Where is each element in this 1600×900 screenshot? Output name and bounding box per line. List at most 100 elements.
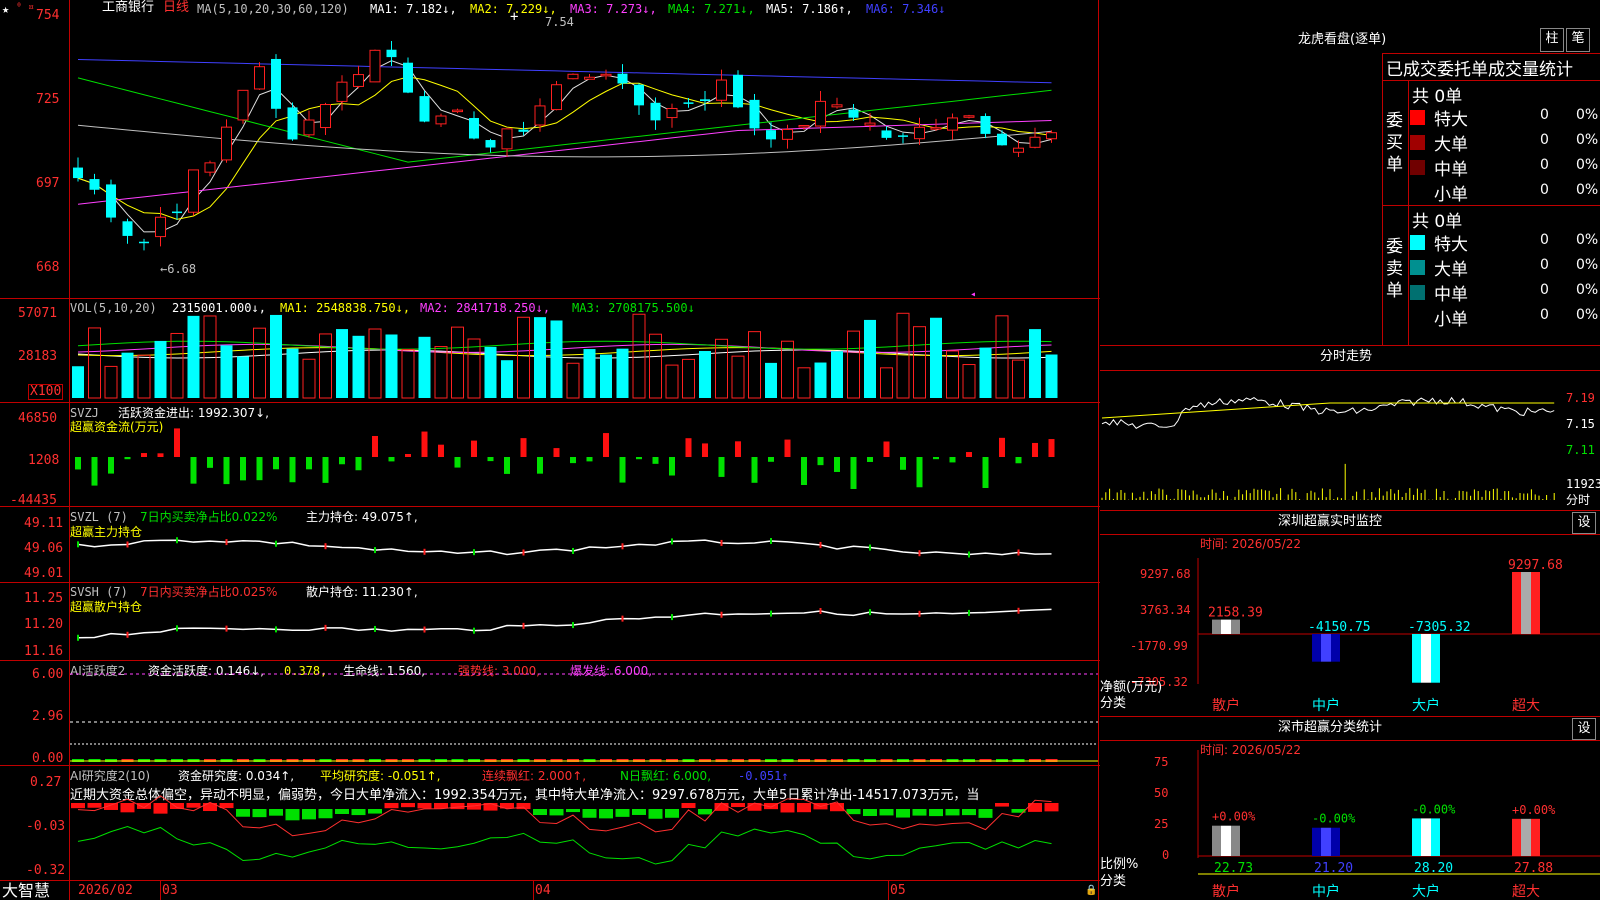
buy-row-percent: 0% (1576, 107, 1599, 123)
retail-holding-line-tick (770, 610, 772, 617)
flow-bar (487, 457, 494, 462)
candle-body (469, 117, 479, 139)
candle-body (666, 107, 678, 119)
flow-bar (603, 433, 609, 457)
candle-body (700, 99, 710, 101)
buy-row-name: 中单 (1434, 160, 1468, 180)
category-label: 大户 (1412, 883, 1440, 900)
vol-bar (286, 348, 299, 398)
vol-bar (137, 354, 151, 399)
flow-bar (504, 457, 510, 474)
intraday-axis-mid: 7.15 (1566, 417, 1595, 431)
vol-bar (864, 319, 876, 398)
data-label: -4150.75 (1308, 620, 1371, 635)
category-label: 大户 (1412, 697, 1440, 714)
retail-holding-line-tick (671, 614, 673, 621)
candle-body (551, 84, 562, 111)
research-bar (665, 809, 679, 818)
value-bar (1321, 827, 1331, 856)
research-bar (71, 803, 85, 809)
main-holding-line-tick (671, 538, 673, 545)
flow-bar (751, 457, 758, 483)
value-bar (1312, 634, 1321, 662)
vol-bar (765, 362, 777, 398)
flow-bar (570, 457, 576, 464)
value-bar (1212, 825, 1221, 856)
vol-bar (121, 352, 134, 398)
candlestick-chart[interactable]: ◂ (0, 0, 1100, 300)
change-label: -0.00% (1412, 802, 1456, 816)
candle-body (122, 221, 133, 236)
vol-bar (913, 326, 926, 399)
sell-row-name: 小单 (1434, 310, 1468, 330)
flow-bar (636, 457, 642, 460)
lock-icon[interactable]: 🔒 (1085, 884, 1097, 898)
tick-view-button[interactable]: 笔 (1566, 28, 1590, 52)
vol-bar (270, 314, 282, 398)
buy-row-count: 0 (1540, 132, 1549, 148)
candle-body (403, 62, 413, 93)
vol-bar (385, 334, 398, 398)
flow-bar (256, 457, 263, 481)
flow-bar (190, 457, 197, 484)
candle-body (1013, 147, 1024, 153)
candle-body (336, 81, 348, 102)
data-label: 2158.39 (1208, 606, 1263, 621)
flow-bar (322, 457, 329, 483)
vol-bar (600, 354, 612, 398)
candle-body (1046, 132, 1057, 140)
flow-bar (438, 444, 444, 457)
research-bar (285, 809, 300, 821)
research-bar (302, 809, 316, 820)
value-bar (1531, 572, 1540, 634)
category-label: 散户 (1212, 697, 1240, 714)
intraday-axis-top: 7.19 (1566, 391, 1595, 405)
flow-bar (867, 457, 873, 462)
flow-bar (817, 457, 824, 466)
sell-row-count: 0 (1540, 257, 1549, 273)
candle-body (749, 99, 760, 129)
flow-bar (933, 457, 939, 460)
research-bar (582, 809, 597, 818)
candle-body (369, 49, 381, 83)
main-holding-line-tick (374, 547, 376, 554)
sz-class-settings-button[interactable]: 设 (1572, 718, 1596, 740)
flow-bar (900, 457, 906, 470)
data-label: 9297.68 (1508, 558, 1563, 573)
flow-bar (619, 457, 626, 483)
main-holding-line-tick (621, 543, 624, 550)
main-holding-line-tick (819, 541, 822, 548)
flow-bar (735, 441, 741, 457)
bar-view-button[interactable]: 柱 (1540, 28, 1564, 52)
vol-bar (302, 358, 316, 399)
candle-body (188, 169, 199, 213)
candle-body (584, 76, 595, 80)
value-bar (1521, 818, 1531, 856)
main-holding-line-tick (225, 539, 228, 546)
main-holding-line-tick (720, 539, 723, 546)
flow-bar (240, 457, 246, 481)
sell-row-percent: 0% (1576, 257, 1599, 273)
candle-body (881, 130, 892, 138)
research-bar (780, 803, 795, 813)
main-holding-line-tick (473, 549, 475, 556)
vol-bar (831, 351, 843, 398)
candle-body (271, 58, 281, 109)
candle-body (1029, 136, 1041, 148)
buy-orders-label: 委买单 (1386, 111, 1403, 175)
research-bar (368, 809, 382, 814)
right-sidebar: 龙虎看盘(逐单) 柱 笔 已成交委托单成交量统计 委买单 共 0单 特大 0 0% 大… (1100, 0, 1600, 900)
value-bar (1231, 825, 1240, 856)
sz-monitor-settings-button[interactable]: 设 (1572, 512, 1596, 534)
category-label: 超大 (1512, 698, 1540, 714)
kline-panel[interactable]: ★ ⁰ ¤ 工商银行 日线 MA(5,10,20,30,60,120) MA1:… (0, 0, 1100, 900)
sz-class-chart: 22.73散户+0.00%21.20中户-0.00%28.20大户-0.00%2… (1197, 750, 1600, 900)
sell-row-count: 0 (1540, 307, 1549, 323)
candle-body (221, 126, 232, 161)
main-holding-line-tick (572, 547, 574, 554)
category-label: 中户 (1312, 697, 1340, 714)
vol-bar (368, 328, 382, 399)
candle-body (435, 115, 447, 125)
research-bar (731, 803, 745, 808)
intraday-chart[interactable] (1100, 370, 1565, 510)
